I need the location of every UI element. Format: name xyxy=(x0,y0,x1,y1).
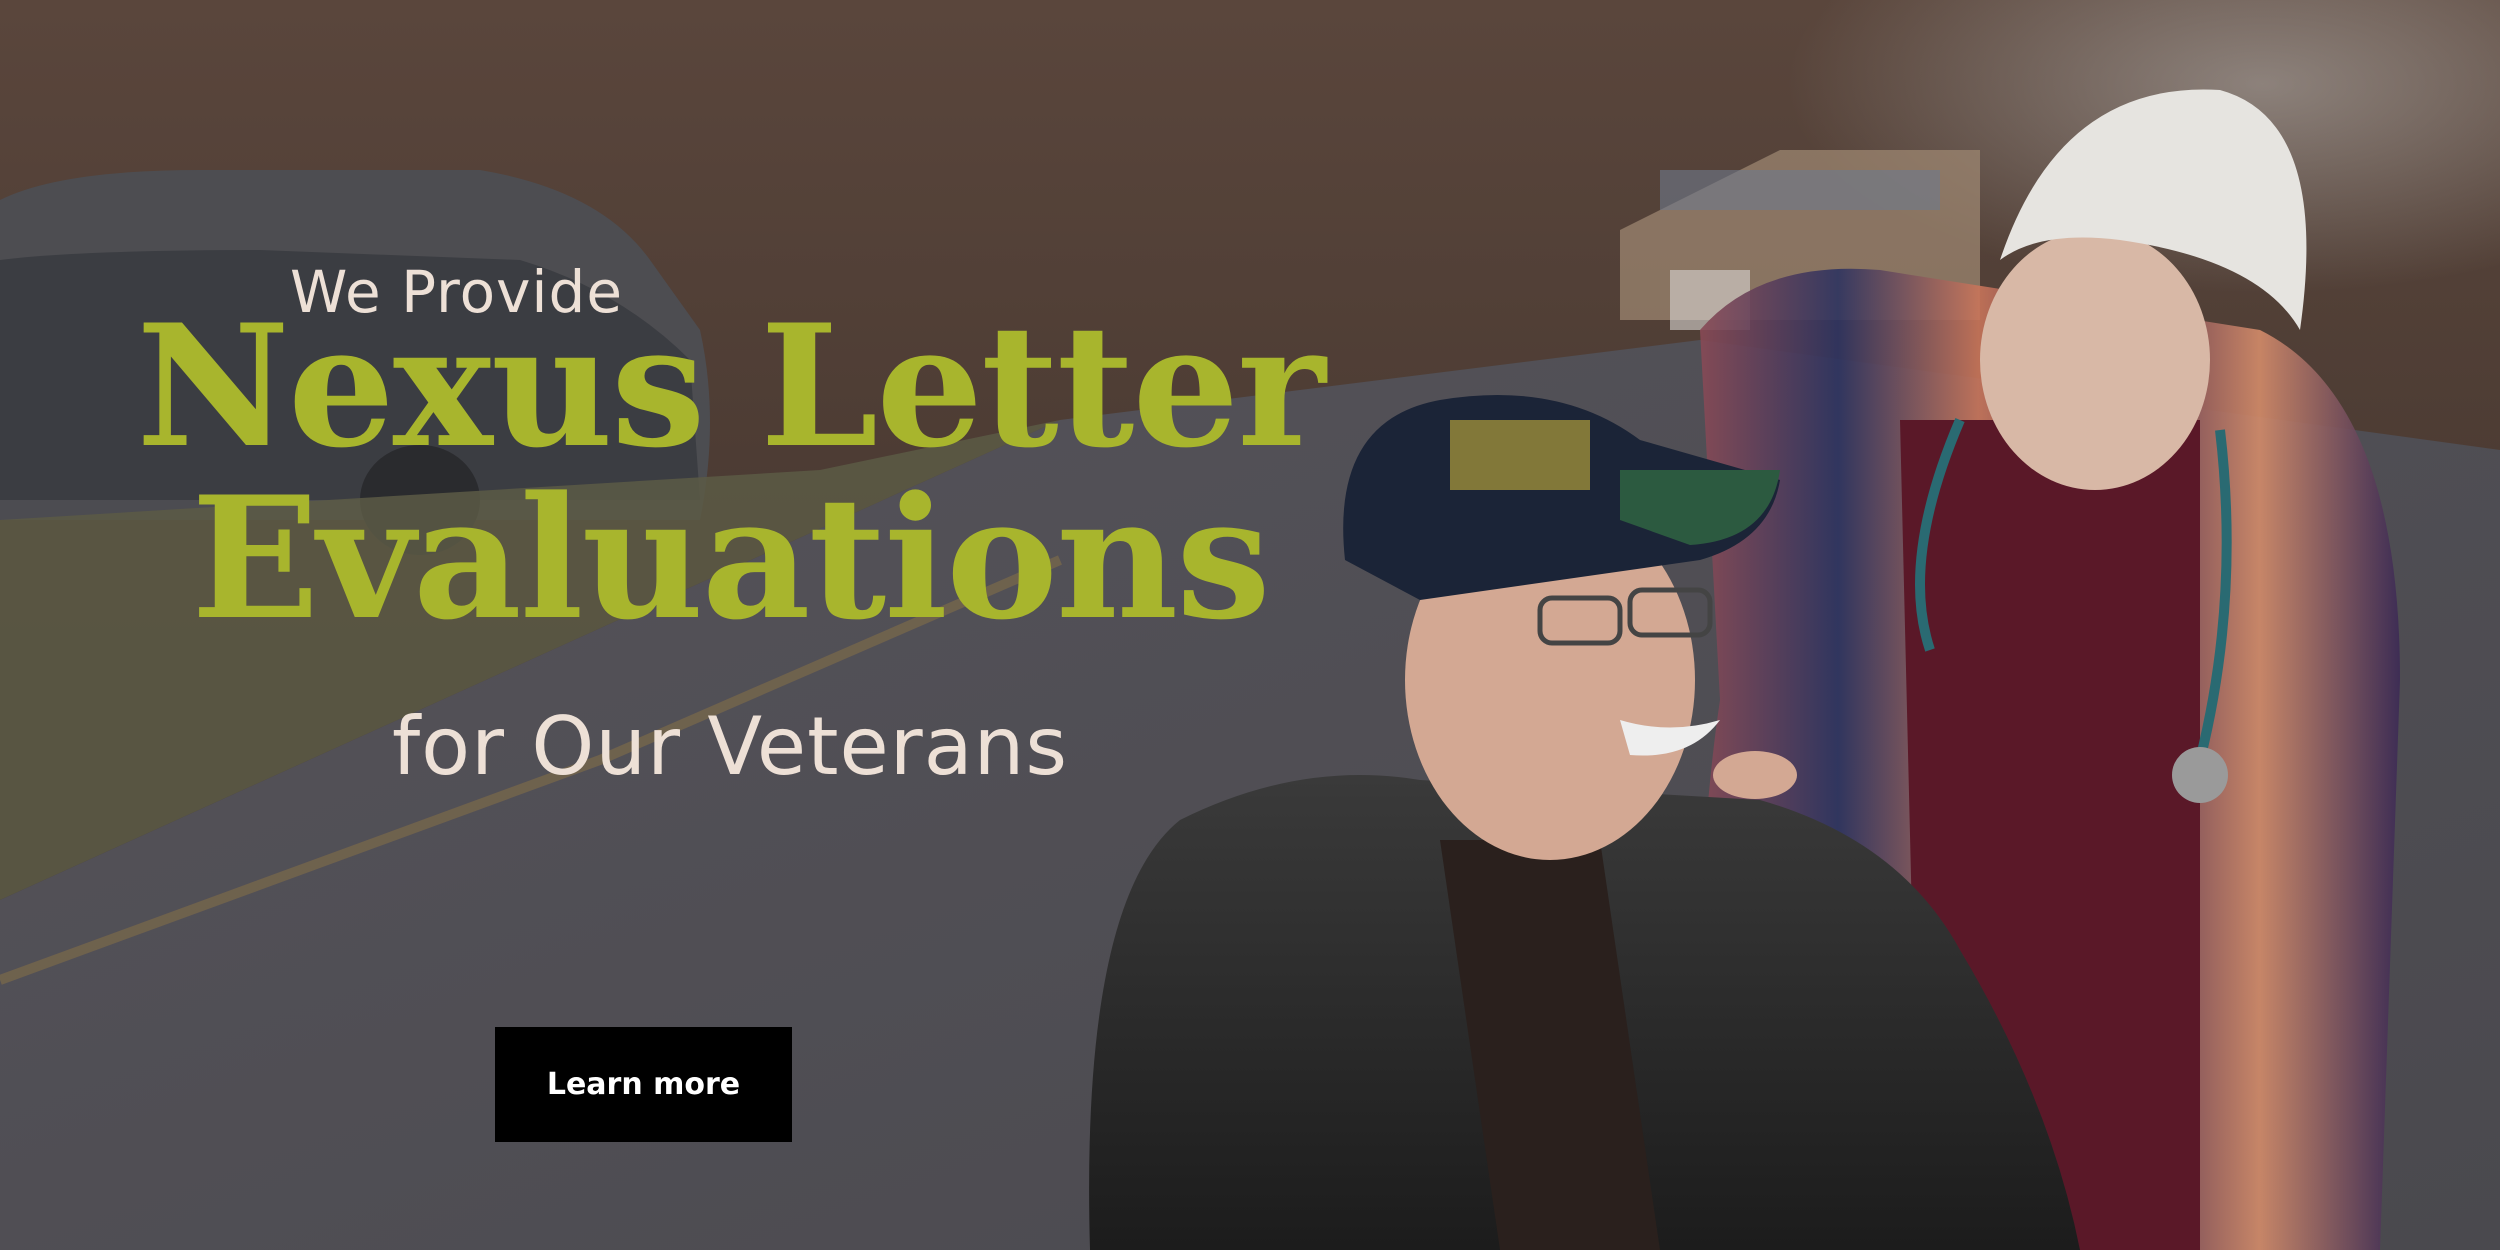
hero-banner: We Provide Nexus Letter Evaluations for … xyxy=(0,0,2500,1250)
hero-post-title: for Our Veterans xyxy=(391,700,1069,793)
learn-more-button[interactable]: Learn more xyxy=(495,1027,792,1142)
hero-title-line-1: Nexus Letter xyxy=(136,287,1325,485)
hero-title-line-2: Evaluations xyxy=(191,459,1271,657)
